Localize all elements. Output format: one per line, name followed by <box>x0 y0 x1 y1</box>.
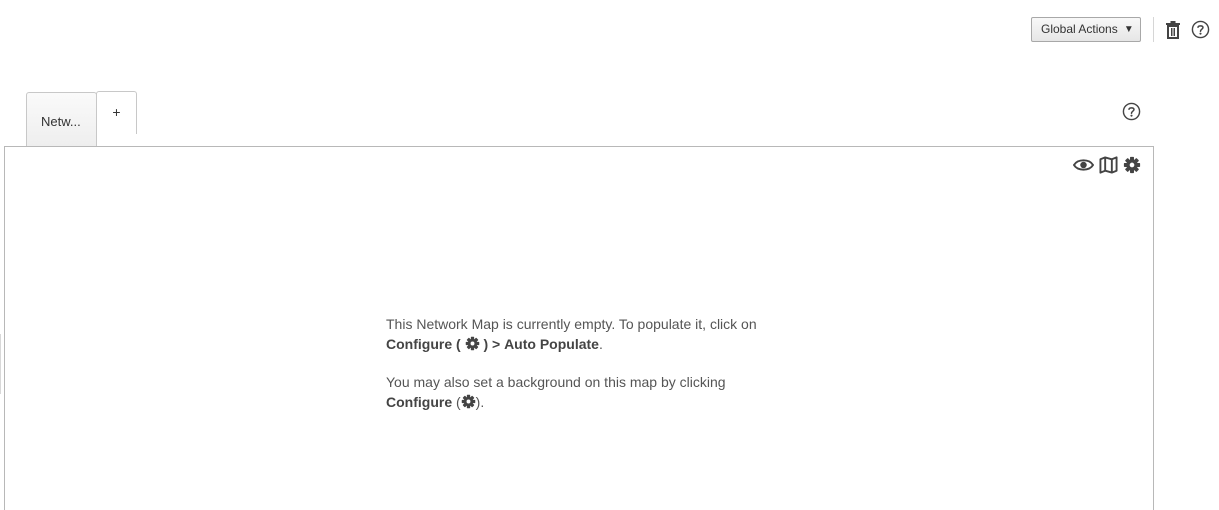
gear-icon <box>465 336 479 351</box>
help-icon[interactable] <box>1122 102 1141 121</box>
map-icon[interactable] <box>1099 155 1118 175</box>
help-icon[interactable] <box>1191 20 1210 39</box>
add-tab-label: + <box>112 104 121 120</box>
dropdown-caret-icon: ▼ <box>1123 24 1134 35</box>
configure-label: Configure ( <box>386 336 461 352</box>
auto-populate-label: Auto Populate <box>504 336 599 352</box>
global-actions-dropdown[interactable]: Global Actions ▼ <box>1031 17 1141 42</box>
toolbar-divider <box>1153 17 1154 42</box>
tab-network-label: Netw... <box>41 114 81 129</box>
empty-map-message-line2: You may also set a background on this ma… <box>386 374 726 410</box>
network-map-page: Global Actions ▼ Netw... + This Network … <box>0 0 1219 510</box>
add-tab-button[interactable]: + <box>96 91 137 134</box>
left-edge-divider <box>0 334 2 394</box>
configure-label: Configure <box>386 394 453 410</box>
eye-icon[interactable] <box>1073 155 1094 175</box>
empty-map-message-line1: This Network Map is currently empty. To … <box>386 316 757 352</box>
trash-icon[interactable] <box>1165 21 1181 39</box>
global-actions-label: Global Actions <box>1041 22 1118 36</box>
tab-network[interactable]: Netw... <box>26 92 97 147</box>
empty-map-message: This Network Map is currently empty. To … <box>386 314 786 412</box>
gear-icon <box>461 394 475 409</box>
gear-icon[interactable] <box>1123 155 1141 175</box>
